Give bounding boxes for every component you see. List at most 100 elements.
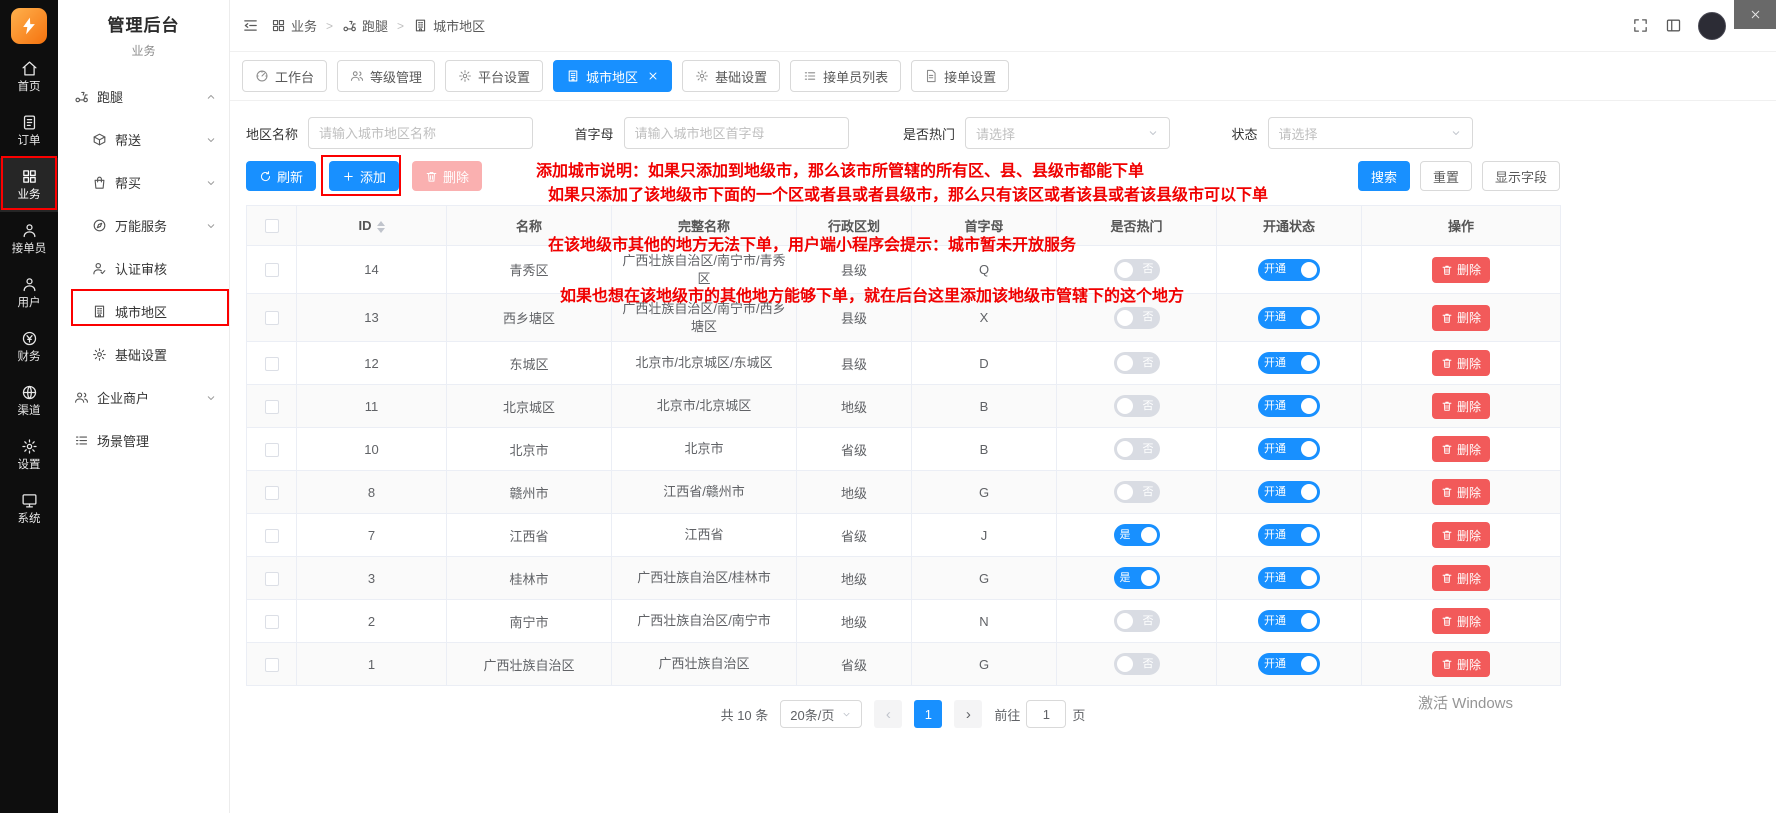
open-status-switch[interactable]: 开通 [1258,352,1320,374]
rail-item-system[interactable]: 系统 [0,482,58,536]
hot-switch[interactable]: 否 [1114,438,1160,460]
row-delete-button[interactable]: 删除 [1432,522,1490,548]
orders-icon [21,114,38,131]
row-delete-button[interactable]: 删除 [1432,651,1490,677]
hot-switch[interactable]: 是 [1114,567,1160,589]
rail-item-home[interactable]: 首页 [0,50,58,104]
is-hot-select[interactable]: 请选择 [965,117,1170,149]
cell-hot: 否 [1057,342,1217,385]
fullscreen-icon[interactable] [1632,17,1649,34]
hot-switch[interactable]: 否 [1114,259,1160,281]
row-checkbox[interactable] [265,443,279,457]
row-delete-button[interactable]: 删除 [1432,350,1490,376]
rail-item-channels[interactable]: 渠道 [0,374,58,428]
row-checkbox[interactable] [265,615,279,629]
rail-item-settings[interactable]: 设置 [0,428,58,482]
open-status-switch[interactable]: 开通 [1258,610,1320,632]
row-checkbox[interactable] [265,263,279,277]
open-status-switch[interactable]: 开通 [1258,438,1320,460]
tab-platform-settings[interactable]: 平台设置 [445,60,543,92]
select-all-checkbox[interactable] [265,219,279,233]
search-button[interactable]: 搜索 [1358,161,1410,191]
app-logo[interactable] [11,8,47,44]
row-delete-button[interactable]: 删除 [1432,565,1490,591]
goto-page-input[interactable] [1026,700,1066,728]
menu-item-help-deliver[interactable]: 帮送 [58,118,229,161]
row-checkbox[interactable] [265,357,279,371]
menu-item-help-buy[interactable]: 帮买 [58,161,229,204]
refresh-button[interactable]: 刷新 [246,161,316,191]
hot-switch[interactable]: 否 [1114,395,1160,417]
filter-is-hot: 是否热门请选择 [903,117,1232,149]
tab-basic-settings[interactable]: 基础设置 [682,60,780,92]
menu-item-city-area[interactable]: 城市地区 [58,290,229,333]
menu-item-enterprise-merchant[interactable]: 企业商户 [58,376,229,419]
rail-item-courier[interactable]: 接单员 [0,212,58,266]
add-button[interactable]: 添加 [329,161,399,191]
hot-switch[interactable]: 否 [1114,307,1160,329]
breadcrumb-item[interactable]: 跑腿 [342,16,388,35]
hot-switch[interactable]: 否 [1114,481,1160,503]
collapse-sidebar-icon[interactable] [242,17,259,34]
hot-switch[interactable]: 否 [1114,352,1160,374]
row-checkbox[interactable] [265,400,279,414]
menu-item-auth-review[interactable]: 认证审核 [58,247,229,290]
status-select[interactable]: 请选择 [1268,117,1473,149]
tab-order-taking-settings[interactable]: 接单设置 [911,60,1009,92]
row-delete-button[interactable]: 删除 [1432,305,1490,331]
row-delete-button[interactable]: 删除 [1432,393,1490,419]
settings-icon [21,438,38,455]
row-delete-button[interactable]: 删除 [1432,257,1490,283]
hot-switch[interactable]: 是 [1114,524,1160,546]
tab-level-management[interactable]: 等级管理 [337,60,435,92]
avatar[interactable] [1698,12,1726,40]
row-delete-button[interactable]: 删除 [1432,608,1490,634]
rail-item-business[interactable]: 业务 [0,158,58,212]
layout-icon[interactable] [1665,17,1682,34]
page-size-select[interactable]: 20条/页 [780,700,862,728]
table-row: 8赣州市江西省/赣州市地级G否开通删除 [247,471,1561,514]
tab-city-area[interactable]: 城市地区 [553,60,672,92]
cell-actions: 删除 [1362,643,1561,686]
hot-switch[interactable]: 否 [1114,610,1160,632]
row-delete-button[interactable]: 删除 [1432,436,1490,462]
row-checkbox[interactable] [265,486,279,500]
tab-workbench[interactable]: 工作台 [242,60,327,92]
menu-item-errand[interactable]: 跑腿 [58,75,229,118]
prev-page-button[interactable]: ‹ [874,700,902,728]
menu-item-scene-management[interactable]: 场景管理 [58,419,229,462]
rail-item-users[interactable]: 用户 [0,266,58,320]
row-checkbox[interactable] [265,529,279,543]
row-checkbox[interactable] [265,658,279,672]
chevron-down-icon [205,134,217,146]
open-status-switch[interactable]: 开通 [1258,524,1320,546]
hot-switch[interactable]: 否 [1114,653,1160,675]
open-status-switch[interactable]: 开通 [1258,259,1320,281]
reset-button[interactable]: 重置 [1420,161,1472,191]
initial-letter-input[interactable] [624,117,849,149]
menu-item-basic-settings[interactable]: 基础设置 [58,333,229,376]
rail-item-orders[interactable]: 订单 [0,104,58,158]
rail-item-finance[interactable]: 财务 [0,320,58,374]
row-checkbox[interactable] [265,311,279,325]
show-fields-button[interactable]: 显示字段 [1482,161,1560,191]
open-status-switch[interactable]: 开通 [1258,481,1320,503]
tab-courier-list[interactable]: 接单员列表 [790,60,901,92]
open-status-switch[interactable]: 开通 [1258,567,1320,589]
open-status-switch[interactable]: 开通 [1258,653,1320,675]
column-header-label: 首字母 [964,219,1003,234]
window-close-button[interactable] [1734,0,1776,29]
menu-item-label: 跑腿 [97,87,123,106]
open-status-switch[interactable]: 开通 [1258,395,1320,417]
row-checkbox[interactable] [265,572,279,586]
sort-carets[interactable] [377,221,385,233]
next-page-button[interactable]: › [954,700,982,728]
row-delete-button[interactable]: 删除 [1432,479,1490,505]
breadcrumb-item[interactable]: 城市地区 [413,16,485,35]
open-status-switch[interactable]: 开通 [1258,307,1320,329]
current-page-button[interactable]: 1 [914,700,942,728]
menu-item-universal-service[interactable]: 万能服务 [58,204,229,247]
area-name-input[interactable] [308,117,533,149]
bulk-delete-button[interactable]: 删除 [412,161,482,191]
breadcrumb-item[interactable]: 业务 [271,16,317,35]
